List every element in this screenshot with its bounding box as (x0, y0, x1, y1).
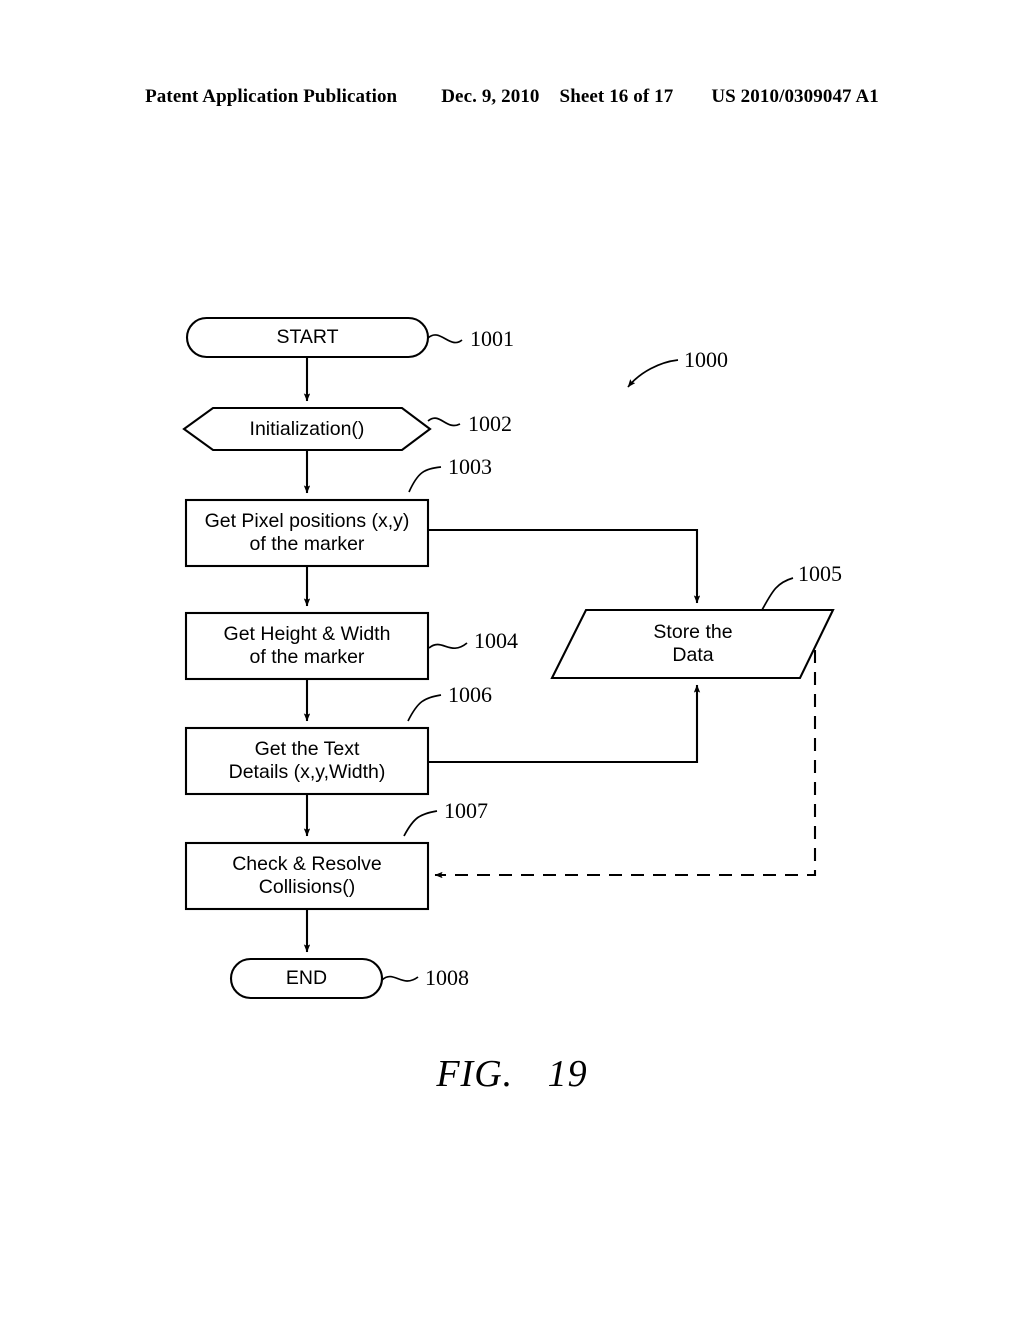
leader-1006 (407, 694, 442, 722)
flowchart-svg (182, 316, 835, 1000)
node-end-shape (229, 957, 384, 1000)
ref-numeral-1005: 1005 (798, 561, 842, 586)
leader-1003 (408, 466, 442, 493)
edge-pixel-pos-to-store-data (428, 528, 701, 604)
leader-1000 (627, 359, 679, 388)
figure-caption: FIG. 19 (0, 1052, 1024, 1096)
ref-numeral-1002: 1002 (468, 411, 512, 436)
ref-numeral-1004: 1004 (474, 628, 518, 653)
ref-numeral-1006: 1006 (448, 682, 492, 707)
ref-numeral-1000: 1000 (684, 347, 728, 372)
node-pixel-pos-shape (184, 498, 430, 568)
node-start-shape (185, 316, 430, 359)
leader-1004 (428, 642, 468, 649)
leader-1007 (403, 810, 438, 837)
ref-numeral-1008: 1008 (425, 965, 469, 990)
node-text-details-shape (184, 726, 430, 796)
leader-1001 (427, 334, 463, 344)
node-init-shape (182, 406, 432, 452)
figure-caption-word: FIG. (436, 1053, 514, 1095)
figure-caption-number: 19 (547, 1053, 588, 1095)
ref-numeral-1007: 1007 (444, 798, 488, 823)
ref-numeral-1001: 1001 (470, 326, 514, 351)
leader-1002 (427, 417, 461, 427)
flowchart-figure: START Initialization() Get Pixel positio… (0, 0, 1024, 1320)
node-store-data-shape (550, 608, 835, 680)
node-height-width-shape (184, 611, 430, 681)
ref-numeral-1003: 1003 (448, 454, 492, 479)
node-collisions-shape (184, 841, 430, 911)
leader-1008 (381, 975, 419, 982)
leader-1005 (761, 577, 794, 611)
